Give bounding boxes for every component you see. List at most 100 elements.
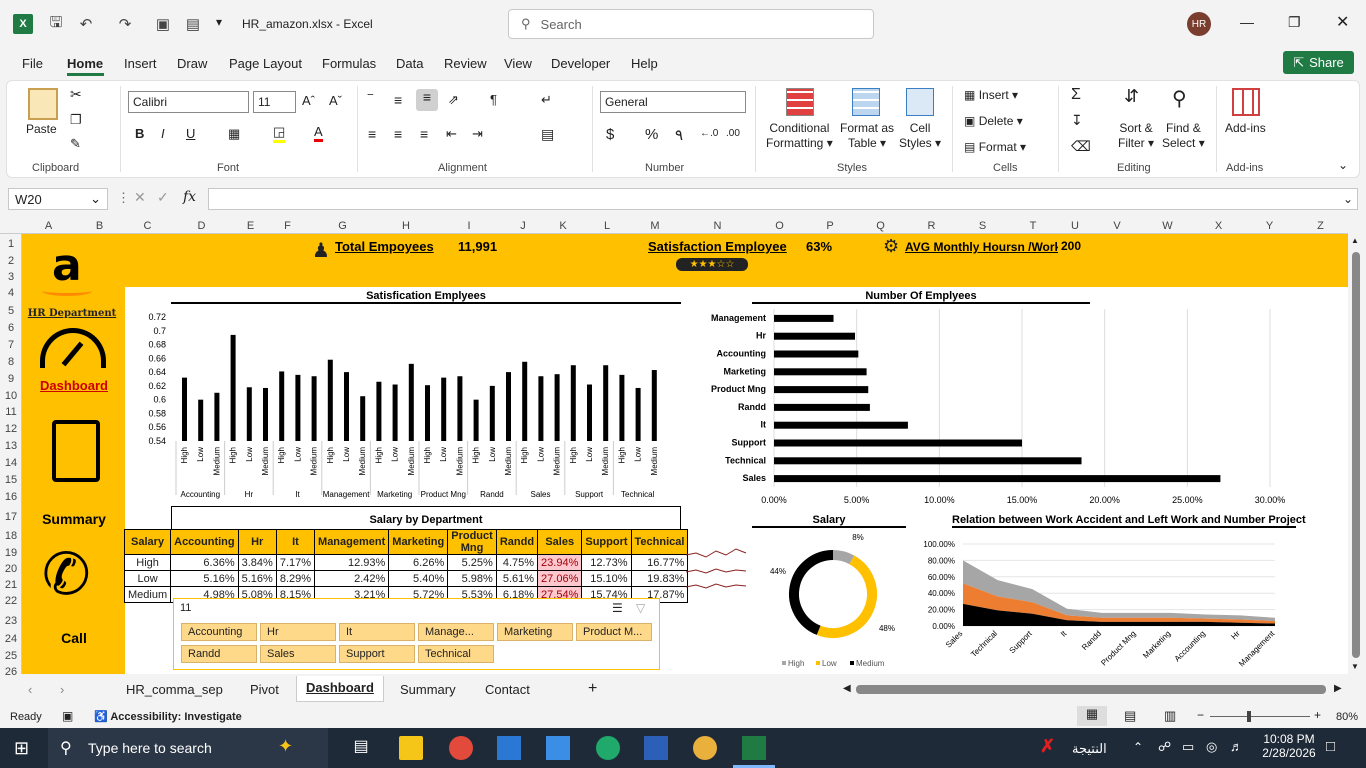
merge-center-icon[interactable]: ▤ <box>541 126 554 143</box>
sort-filter-icon[interactable]: ⇵ <box>1124 86 1139 107</box>
row-header-10[interactable]: 10 <box>0 390 22 402</box>
salary-donut-chart[interactable]: 8% 48% 44% High Low Medium <box>752 530 906 672</box>
column-header-B[interactable]: B <box>75 220 124 234</box>
row-header-7[interactable]: 7 <box>0 339 22 351</box>
percent-icon[interactable]: % <box>645 126 658 143</box>
minimize-icon[interactable]: — <box>1240 14 1254 30</box>
chrome-icon[interactable] <box>693 736 717 760</box>
accessibility-status[interactable]: ♿ Accessibility: Investigate <box>94 710 242 723</box>
column-header-E[interactable]: E <box>232 220 269 234</box>
table-cell[interactable]: 23.94% <box>537 554 583 571</box>
row-header-14[interactable]: 14 <box>0 457 22 469</box>
table-cell[interactable]: High <box>123 554 172 571</box>
bar[interactable] <box>457 376 463 441</box>
cut-icon[interactable]: ✂ <box>70 86 82 103</box>
tray-chevron-icon[interactable]: ⌃ <box>1133 740 1143 754</box>
font-name-combo[interactable]: Calibri <box>128 91 249 113</box>
menu-insert[interactable]: Insert <box>124 56 157 71</box>
column-header-Y[interactable]: Y <box>1244 220 1295 234</box>
grow-font-icon[interactable]: Aˆ <box>302 93 315 108</box>
menu-help[interactable]: Help <box>631 56 658 71</box>
summary-document-icon[interactable] <box>52 420 100 482</box>
align-right-icon[interactable]: ≡ <box>420 126 428 142</box>
bar[interactable] <box>774 332 856 340</box>
cell-styles-icon[interactable] <box>906 88 934 116</box>
slicer-item[interactable]: Product M... <box>576 623 652 641</box>
format-as-table-icon[interactable] <box>852 88 880 116</box>
column-header-U[interactable]: U <box>1058 220 1092 234</box>
top-align-icon[interactable]: ‾ <box>368 92 373 108</box>
add-sheet-icon[interactable]: + <box>588 680 597 698</box>
whatsapp-icon[interactable] <box>596 736 620 760</box>
table-cell[interactable]: Low <box>123 570 172 587</box>
menu-page-layout[interactable]: Page Layout <box>229 56 302 71</box>
bar[interactable] <box>651 370 657 441</box>
row-header-18[interactable]: 18 <box>0 530 22 542</box>
table-cell[interactable]: 4.75% <box>495 554 539 571</box>
increase-indent-icon[interactable]: ⇥ <box>472 126 483 142</box>
clear-icon[interactable]: ⌫ <box>1071 138 1091 155</box>
table-cell[interactable]: 3.84% <box>237 554 277 571</box>
bar[interactable] <box>198 399 204 441</box>
slicer-item[interactable]: Support <box>339 645 415 663</box>
row-header-8[interactable]: 8 <box>0 356 22 368</box>
slicer-item[interactable]: Technical <box>418 645 494 663</box>
menu-home[interactable]: Home <box>67 56 103 71</box>
copy-icon[interactable]: ❐ <box>70 112 82 128</box>
excel-taskbar-icon[interactable] <box>742 736 766 760</box>
bar[interactable] <box>774 475 1221 483</box>
format-painter-icon[interactable]: ✎ <box>70 136 81 152</box>
bar[interactable] <box>774 421 908 429</box>
fill-color-icon[interactable]: ◲ <box>273 124 286 143</box>
column-header-P[interactable]: P <box>805 220 855 234</box>
menu-draw[interactable]: Draw <box>177 56 207 71</box>
word-icon[interactable] <box>644 736 668 760</box>
column-header-G[interactable]: G <box>306 220 379 234</box>
column-header-A[interactable]: A <box>22 220 75 234</box>
tab-contact[interactable]: Contact <box>485 682 530 697</box>
shrink-font-icon[interactable]: Aˇ <box>329 93 342 108</box>
donut-slice[interactable] <box>789 550 834 635</box>
tab-prev-icon[interactable]: ‹ <box>28 682 32 697</box>
notification-app-icon[interactable]: ✗ <box>1040 736 1055 757</box>
row-header-19[interactable]: 19 <box>0 547 22 559</box>
decrease-indent-icon[interactable]: ⇤ <box>446 126 457 142</box>
column-header-W[interactable]: W <box>1142 220 1193 234</box>
bar[interactable] <box>489 385 495 441</box>
cell-styles-button[interactable]: Cell Styles ▾ <box>899 121 941 151</box>
zoom-slider[interactable] <box>1210 716 1310 717</box>
bar[interactable] <box>635 387 641 441</box>
cancel-icon[interactable]: ✕ <box>134 189 146 206</box>
bar[interactable] <box>230 334 236 441</box>
paint-app-icon[interactable] <box>449 736 473 760</box>
add-ins-icon[interactable] <box>1232 88 1260 116</box>
camera-icon[interactable]: ▣ <box>153 14 173 34</box>
photos-icon[interactable] <box>546 736 570 760</box>
borders-icon[interactable]: ▦ <box>228 126 240 142</box>
redo-icon[interactable]: ↷ <box>115 14 135 34</box>
bar[interactable] <box>408 363 414 441</box>
bar[interactable] <box>619 374 625 441</box>
employees-chart[interactable]: 0.00% 5.00% 10.00% 15.00% 20.00% 25.00% 30.00%… <box>690 305 1310 510</box>
conditional-formatting-icon[interactable] <box>786 88 814 116</box>
bar[interactable] <box>774 457 1082 465</box>
tab-pivot[interactable]: Pivot <box>250 682 279 697</box>
slicer-item[interactable]: Randd <box>181 645 257 663</box>
normal-view-icon[interactable]: ▦ <box>1077 706 1107 726</box>
copilot-sparkle-icon[interactable]: ✦ <box>278 736 293 757</box>
conditional-formatting-button[interactable]: Conditional Formatting ▾ <box>766 121 833 151</box>
menu-formulas[interactable]: Formulas <box>322 56 376 71</box>
save-icon[interactable]: 🖫 <box>46 14 66 34</box>
column-header-M[interactable]: M <box>629 220 681 234</box>
bar[interactable] <box>774 368 867 376</box>
table-cell[interactable]: 5.98% <box>447 570 497 587</box>
tab-next-icon[interactable]: › <box>60 682 64 697</box>
table-cell[interactable]: 12.93% <box>314 554 390 571</box>
side-summary-link[interactable]: Summary <box>24 511 124 527</box>
row-header-4[interactable]: 4 <box>0 287 22 299</box>
menu-file[interactable]: File <box>22 56 43 71</box>
zoom-slider-thumb[interactable] <box>1247 711 1251 722</box>
scroll-up-icon[interactable]: ▲ <box>1351 236 1359 245</box>
zoom-out-icon[interactable]: − <box>1197 708 1204 722</box>
donut-slice[interactable] <box>816 555 877 638</box>
